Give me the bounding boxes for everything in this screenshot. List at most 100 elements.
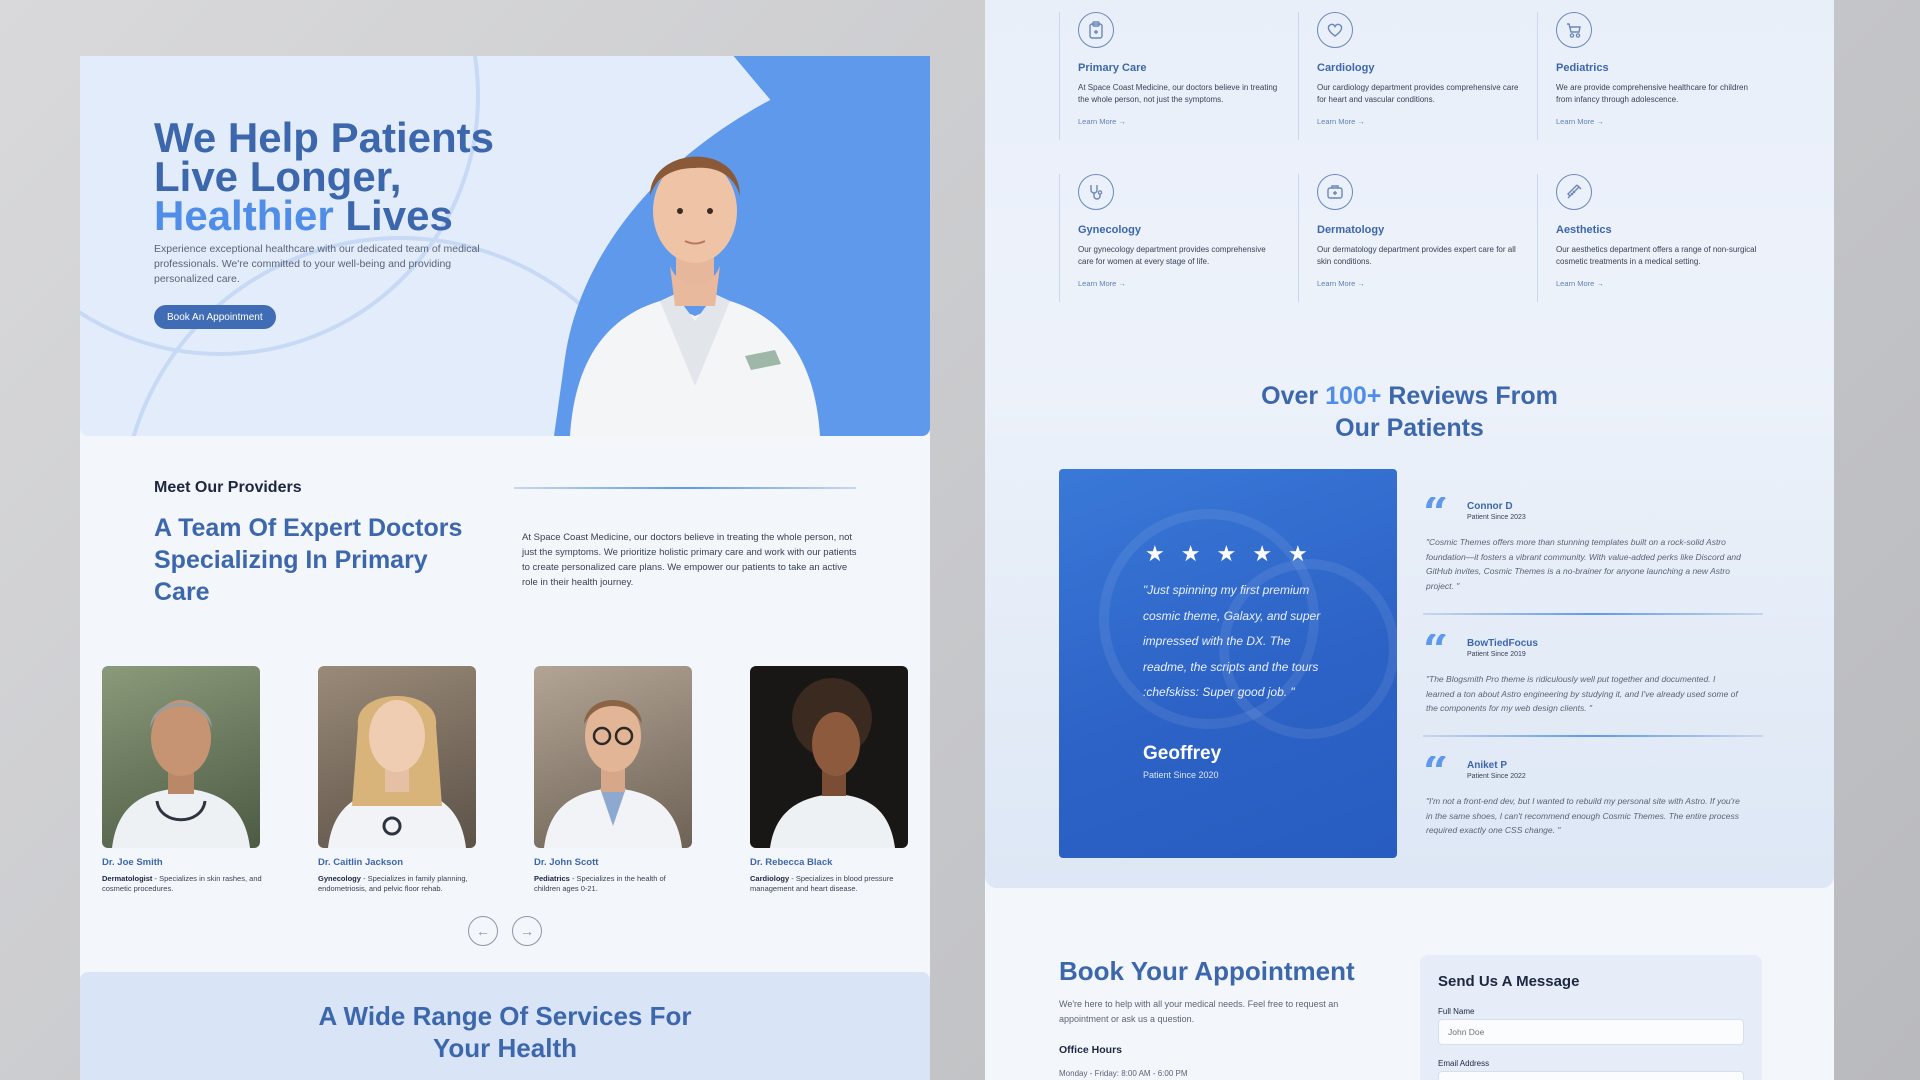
service-description: Our dermatology department provides expe…: [1317, 245, 1516, 266]
review-text: "The Blogsmith Pro theme is ridiculously…: [1426, 674, 1738, 714]
providers-title: A Team Of Expert Doctors Specializing In…: [154, 514, 463, 606]
featured-reviewer-name: Geoffrey: [1143, 743, 1222, 764]
service-title: Gynecology: [1078, 224, 1141, 236]
provider-description: Pediatrics - Specializes in the health o…: [534, 874, 666, 893]
provider-photo: [318, 666, 476, 848]
left-page-preview: We Help Patients Live Longer, Healthier …: [80, 56, 930, 1080]
services-section: A Wide Range Of Services For Your Health: [80, 972, 930, 1080]
star-icon: ★: [1252, 541, 1272, 566]
booking-title: Book Your Appointment: [1059, 956, 1355, 986]
reviewer-since: Patient Since 2022: [1467, 773, 1526, 780]
learn-more-link[interactable]: Learn More →: [1078, 279, 1284, 288]
email-label: Email Address: [1438, 1059, 1490, 1068]
reviewer-name: Connor D: [1467, 501, 1513, 512]
contact-form-title: Send Us A Message: [1438, 973, 1580, 990]
review-item: “ Connor D Patient Since 2023 "Cosmic Th…: [1423, 497, 1758, 594]
review-text: "Cosmic Themes offers more than stunning…: [1426, 537, 1741, 592]
provider-card[interactable]: Dr. Rebecca Black Cardiology - Specializ…: [750, 666, 920, 894]
featured-review-card: ★ ★ ★ ★ ★ "Just spinning my first premiu…: [1059, 469, 1397, 858]
email-input[interactable]: [1438, 1071, 1744, 1080]
rating-stars: ★ ★ ★ ★ ★: [1145, 543, 1308, 565]
service-title: Dermatology: [1317, 224, 1385, 236]
hero-title: We Help Patients Live Longer, Healthier …: [154, 114, 494, 239]
service-description: Our cardiology department provides compr…: [1317, 83, 1519, 104]
provider-photo: [750, 666, 908, 848]
service-card[interactable]: Pediatrics We are provide comprehensive …: [1537, 12, 1762, 140]
hero-section: We Help Patients Live Longer, Healthier …: [80, 56, 930, 436]
review-item: “ Aniket P Patient Since 2022 "I'm not a…: [1423, 756, 1758, 838]
providers-kicker: Meet Our Providers: [154, 479, 302, 496]
full-name-input[interactable]: [1438, 1019, 1744, 1045]
services-reviews-section: Primary Care At Space Coast Medicine, ou…: [985, 0, 1834, 888]
provider-card[interactable]: Dr. Caitlin Jackson Gynecology - Special…: [318, 666, 488, 894]
hero-subtitle: Experience exceptional healthcare with o…: [154, 243, 480, 285]
reviewer-since: Patient Since 2023: [1467, 514, 1526, 521]
divider: [1423, 613, 1763, 615]
star-icon: ★: [1216, 541, 1237, 566]
syringe-icon: [1556, 174, 1592, 210]
provider-name: Dr. Joe Smith: [102, 857, 163, 868]
booking-description: We're here to help with all your medical…: [1059, 999, 1339, 1024]
carousel-prev-button[interactable]: ←: [468, 916, 498, 946]
provider-name: Dr. John Scott: [534, 857, 599, 868]
provider-photo: [534, 666, 692, 848]
provider-card[interactable]: Dr. Joe Smith Dermatologist - Specialize…: [102, 666, 272, 894]
divider: [1423, 735, 1763, 737]
reviewer-name: Aniket P: [1467, 760, 1508, 771]
provider-name: Dr. Caitlin Jackson: [318, 857, 404, 868]
star-icon: ★: [1287, 541, 1308, 566]
featured-review-quote: "Just spinning my first premium cosmic t…: [1143, 583, 1321, 700]
arrow-right-icon: →: [520, 923, 534, 939]
quote-icon: “: [1423, 497, 1449, 525]
full-name-label: Full Name: [1438, 1007, 1475, 1016]
hero-doctor-image: [570, 156, 820, 436]
service-description: Our gynecology department provides compr…: [1078, 245, 1266, 266]
review-item: “ BowTiedFocus Patient Since 2019 "The B…: [1423, 634, 1758, 716]
provider-description: Gynecology - Specializes in family plann…: [318, 874, 468, 893]
reviewer-name: BowTiedFocus: [1467, 638, 1538, 649]
stethoscope-icon: [1078, 174, 1114, 210]
medical-kit-icon: [1317, 174, 1353, 210]
providers-description: At Space Coast Medicine, our doctors bel…: [522, 532, 857, 588]
service-description: We are provide comprehensive healthcare …: [1556, 83, 1748, 104]
stroller-icon: [1556, 12, 1592, 48]
service-title: Cardiology: [1317, 62, 1375, 74]
reviews-title: Over 100+ Reviews From Our Patients: [1261, 382, 1558, 442]
provider-name: Dr. Rebecca Black: [750, 857, 833, 868]
provider-card[interactable]: Dr. John Scott Pediatrics - Specializes …: [534, 666, 704, 894]
right-page-preview: Primary Care At Space Coast Medicine, ou…: [985, 0, 1834, 1080]
review-text: "I'm not a front-end dev, but I wanted t…: [1426, 796, 1740, 836]
learn-more-link[interactable]: Learn More →: [1078, 117, 1284, 126]
service-description: At Space Coast Medicine, our doctors bel…: [1078, 83, 1278, 104]
star-icon: ★: [1145, 541, 1165, 566]
clipboard-icon: [1078, 12, 1114, 48]
service-card[interactable]: Gynecology Our gynecology department pro…: [1059, 174, 1284, 302]
quote-icon: “: [1423, 634, 1449, 662]
book-appointment-button[interactable]: Book An Appointment: [154, 305, 276, 329]
quote-icon: “: [1423, 756, 1449, 784]
heart-icon: [1317, 12, 1353, 48]
services-title: A Wide Range Of Services For Your Health: [318, 1001, 692, 1063]
provider-description: Dermatologist - Specializes in skin rash…: [102, 874, 262, 893]
arrow-left-icon: ←: [476, 923, 490, 939]
learn-more-link[interactable]: Learn More →: [1556, 279, 1762, 288]
provider-photo: [102, 666, 260, 848]
service-title: Pediatrics: [1556, 62, 1609, 74]
service-card[interactable]: Aesthetics Our aesthetics department off…: [1537, 174, 1762, 302]
service-title: Aesthetics: [1556, 224, 1612, 236]
office-hours-title: Office Hours: [1059, 1044, 1123, 1056]
reviewer-since: Patient Since 2019: [1467, 651, 1526, 658]
learn-more-link[interactable]: Learn More →: [1317, 279, 1523, 288]
service-card[interactable]: Primary Care At Space Coast Medicine, ou…: [1059, 12, 1284, 140]
star-icon: ★: [1180, 541, 1201, 566]
featured-reviewer-since: Patient Since 2020: [1143, 770, 1219, 780]
service-title: Primary Care: [1078, 62, 1147, 74]
service-card[interactable]: Dermatology Our dermatology department p…: [1298, 174, 1523, 302]
learn-more-link[interactable]: Learn More →: [1317, 117, 1523, 126]
service-card[interactable]: Cardiology Our cardiology department pro…: [1298, 12, 1523, 140]
office-hours-text: Monday - Friday: 8:00 AM - 6:00 PM: [1059, 1069, 1188, 1078]
service-description: Our aesthetics department offers a range…: [1556, 245, 1757, 266]
contact-form-card: Send Us A Message Full Name Email Addres…: [1420, 955, 1762, 1080]
learn-more-link[interactable]: Learn More →: [1556, 117, 1762, 126]
carousel-next-button[interactable]: →: [512, 916, 542, 946]
